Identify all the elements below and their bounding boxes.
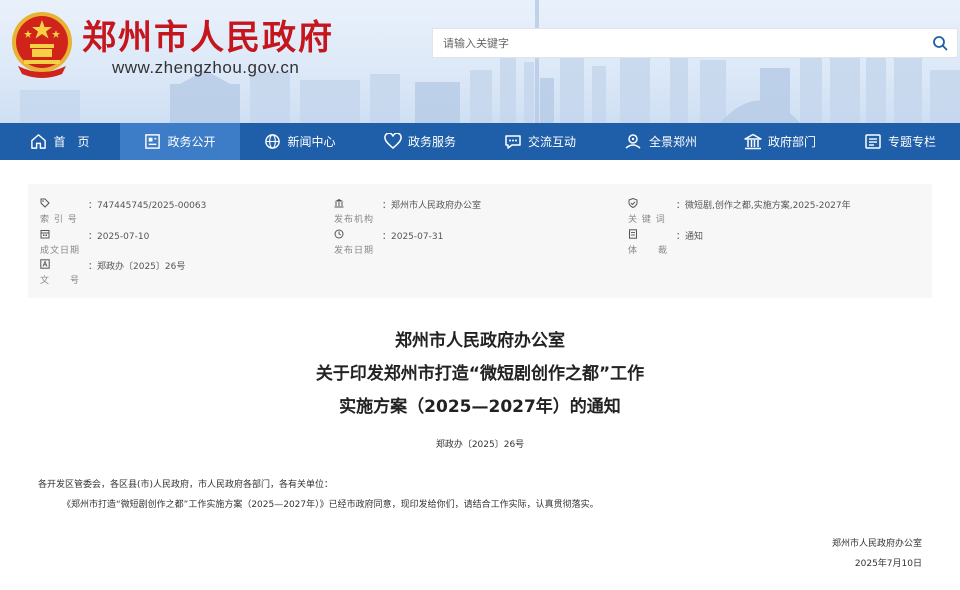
search-bar (432, 28, 958, 58)
document-body-paragraph: 《郑州市打造“微短剧创作之都”工作实施方案（2025—2027年）》已经市政府同… (62, 500, 599, 510)
institution-icon (334, 199, 344, 208)
document-salutation: 各开发区管委会，各区县(市)人民政府，市人民政府各部门，各有关单位： (38, 480, 334, 490)
nav-item-label: 交流互动 (527, 135, 576, 149)
document-number: 郑政办〔2025〕26号 (435, 440, 525, 450)
nav-item-news-center[interactable]: 新闻中心 (240, 123, 360, 160)
column-list-icon (865, 134, 881, 149)
nav-item-government-services[interactable]: 政务服务 (360, 123, 480, 160)
document-date: 2025年7月10日 (854, 559, 922, 569)
tag-icon (40, 198, 50, 208)
document-metadata-panel: 索 引 号 ：747445745/2025-00063 发布机构 ：郑州市人民政… (28, 184, 932, 298)
site-title: 郑州市人民政府 (82, 18, 334, 58)
clock-icon (334, 229, 344, 239)
nav-item-special-columns[interactable]: 专题专栏 (840, 123, 960, 160)
site-url: www.zhengzhou.gov.cn (112, 58, 300, 77)
document-title-line-2: 关于印发郑州市打造“微短剧创作之都”工作 (315, 364, 645, 384)
document-title-line-1: 郑州市人民政府办公室 (395, 331, 565, 351)
calendar-icon (40, 230, 50, 239)
nav-item-label: 政务公开 (167, 135, 216, 149)
site-header: 郑州市人民政府 www.zhengzhou.gov.cn (0, 0, 960, 123)
panorama-icon (625, 134, 641, 149)
nav-item-home[interactable]: 首 页 (0, 123, 120, 160)
national-emblem-logo (12, 12, 72, 78)
globe-icon (265, 134, 281, 149)
notice-board-icon (145, 134, 161, 149)
nav-item-panorama[interactable]: 全景郑州 (600, 123, 720, 160)
nav-item-label: 专题专栏 (887, 135, 936, 149)
nav-item-label: 新闻中心 (287, 135, 336, 149)
nav-item-government-affairs[interactable]: 政务公开 (120, 123, 240, 160)
search-button[interactable] (923, 29, 957, 57)
search-icon (933, 36, 948, 51)
heart-icon (384, 133, 402, 149)
text-box-icon (40, 259, 50, 269)
nav-item-label: 首 页 (53, 135, 90, 149)
government-building-icon (744, 133, 762, 150)
document-title-line-3: 实施方案（2025—2027年）的通知 (339, 397, 621, 417)
nav-item-label: 政务服务 (407, 135, 456, 149)
shield-check-icon (628, 198, 638, 208)
chat-icon (505, 135, 521, 149)
document-icon (629, 229, 637, 239)
nav-item-label: 全景郑州 (648, 135, 697, 149)
main-navigation: 首 页 政务公开 新闻中心 政务服务 交流互动 全景郑州 政府部门 专题专栏 (0, 123, 960, 160)
nav-item-interaction[interactable]: 交流互动 (480, 123, 600, 160)
home-icon (31, 134, 47, 149)
search-input[interactable] (433, 29, 923, 57)
nav-item-government-departments[interactable]: 政府部门 (720, 123, 840, 160)
document-signature: 郑州市人民政府办公室 (831, 539, 922, 549)
nav-item-label: 政府部门 (767, 135, 816, 149)
